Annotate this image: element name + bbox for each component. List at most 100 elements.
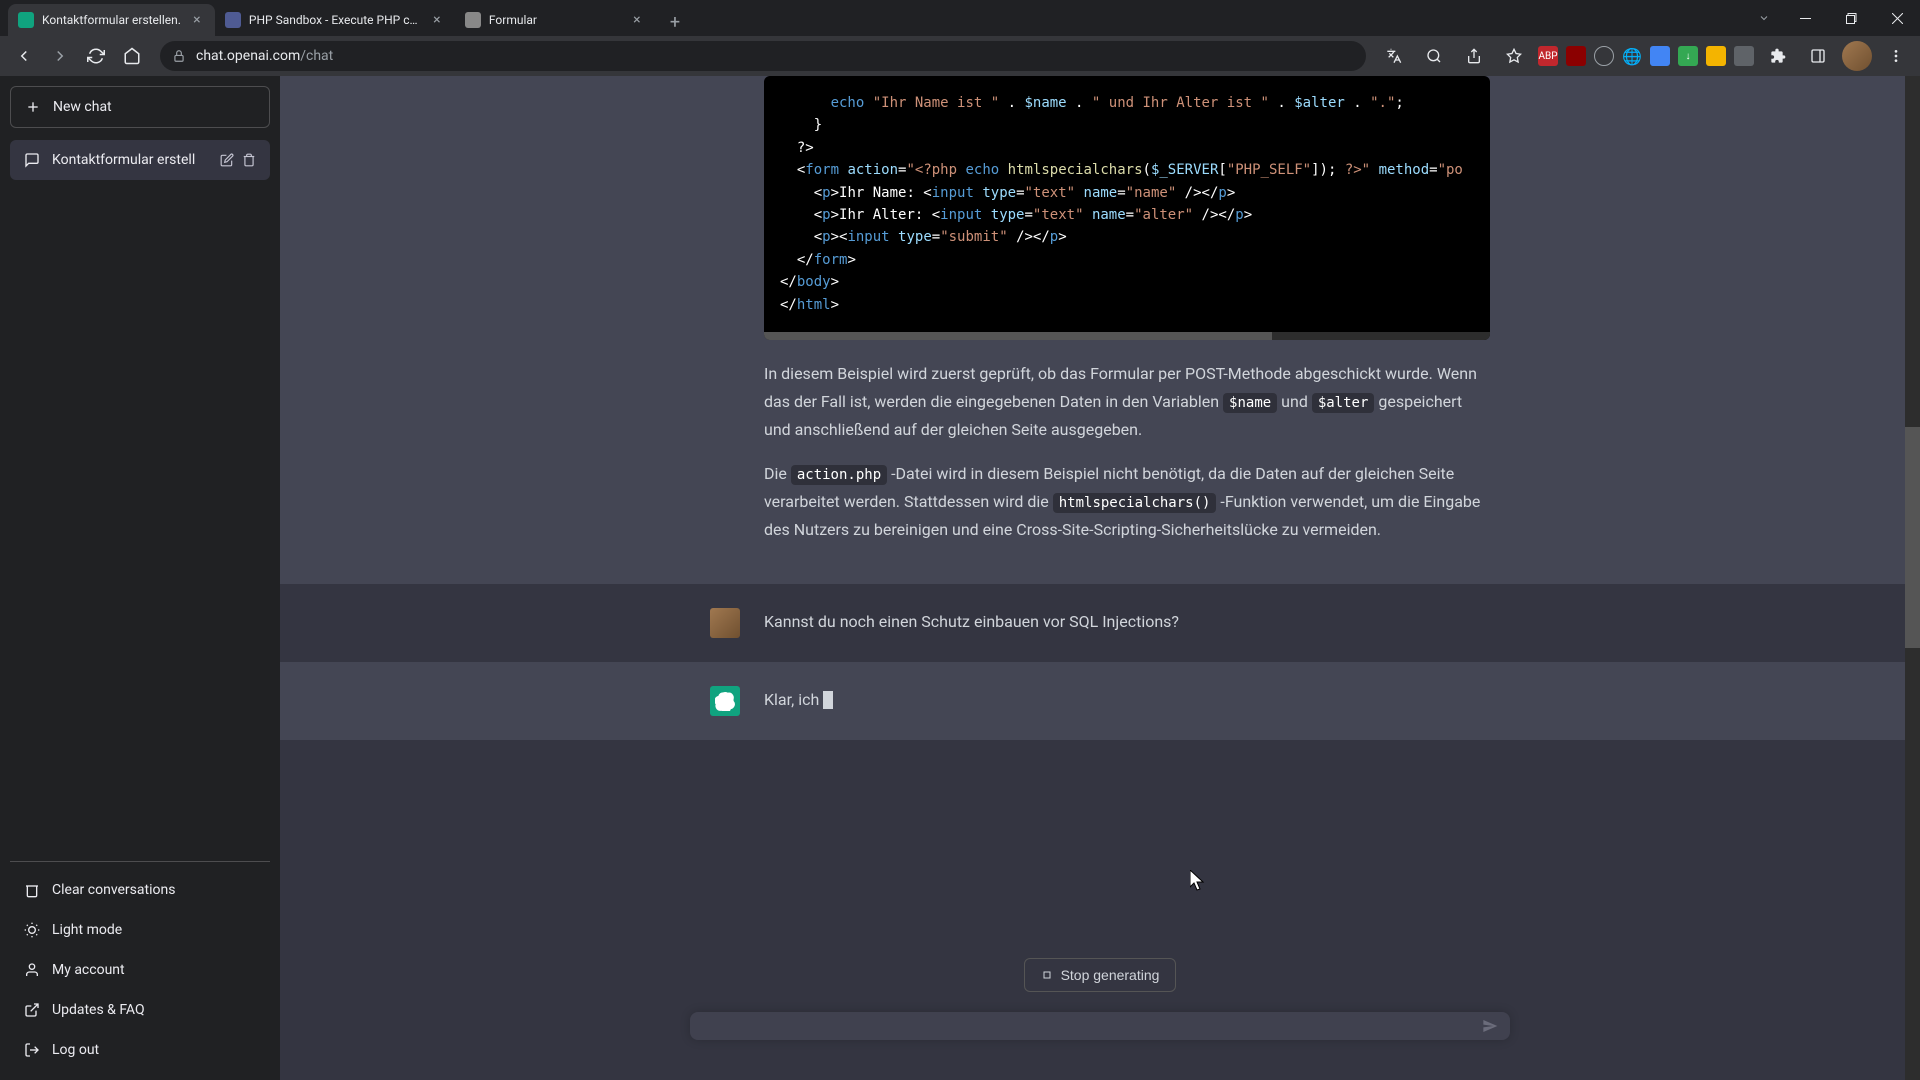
code-block: echo "Ihr Name ist " . $name . " und Ihr… bbox=[764, 76, 1490, 340]
scrollbar-thumb[interactable] bbox=[1905, 427, 1920, 648]
horizontal-scrollbar[interactable] bbox=[764, 332, 1490, 340]
ext-icon[interactable] bbox=[1706, 46, 1726, 66]
browser-tab-3[interactable]: Formular × bbox=[455, 4, 655, 36]
chat-title: Kontaktformular erstell bbox=[52, 152, 208, 168]
sidebar-item-label: Updates & FAQ bbox=[52, 1002, 145, 1018]
typing-cursor bbox=[823, 691, 833, 709]
trash-icon bbox=[24, 882, 40, 898]
reload-button[interactable] bbox=[80, 40, 112, 72]
sidebar-item-label: Log out bbox=[52, 1042, 99, 1058]
tab-title: Formular bbox=[489, 13, 621, 27]
share-icon[interactable] bbox=[1458, 40, 1490, 72]
home-button[interactable] bbox=[116, 40, 148, 72]
text: Klar, ich bbox=[764, 690, 819, 709]
logout-icon bbox=[24, 1042, 40, 1058]
chat-list-item[interactable]: Kontaktformular erstell bbox=[10, 140, 270, 180]
favicon-icon bbox=[465, 12, 481, 28]
stop-generating-button[interactable]: Stop generating bbox=[1024, 958, 1177, 992]
sidebar-item-label: My account bbox=[52, 962, 125, 978]
ext-icon[interactable]: 🌐 bbox=[1622, 46, 1642, 66]
delete-chat-icon[interactable] bbox=[242, 153, 256, 167]
side-panel-button[interactable] bbox=[1802, 40, 1834, 72]
ext-icon[interactable] bbox=[1650, 46, 1670, 66]
browser-toolbar: chat.openai.com/chat ABP 🌐 ↓ bbox=[0, 36, 1920, 76]
inline-code: $name bbox=[1223, 393, 1277, 413]
send-button[interactable] bbox=[1482, 1018, 1498, 1034]
assistant-message-streaming: Klar, ich bbox=[280, 662, 1920, 740]
profile-avatar[interactable] bbox=[1842, 41, 1872, 71]
url-domain: chat.openai.com bbox=[196, 48, 300, 64]
tab-title: Kontaktformular erstellen. bbox=[42, 13, 181, 27]
address-bar[interactable]: chat.openai.com/chat bbox=[160, 41, 1366, 71]
browser-menu-button[interactable] bbox=[1880, 40, 1912, 72]
chat-scroll[interactable]: echo "Ihr Name ist " . $name . " und Ihr… bbox=[280, 76, 1920, 1080]
close-tab-icon[interactable]: × bbox=[189, 12, 205, 28]
user-text: Kannst du noch einen Schutz einbauen vor… bbox=[764, 608, 1490, 638]
inline-code: htmlspecialchars() bbox=[1053, 493, 1217, 513]
edit-chat-icon[interactable] bbox=[220, 153, 234, 167]
ext-icon[interactable] bbox=[1734, 46, 1754, 66]
chat-main: echo "Ihr Name ist " . $name . " und Ihr… bbox=[280, 76, 1920, 1080]
stop-label: Stop generating bbox=[1061, 967, 1160, 983]
sun-icon bbox=[24, 922, 40, 938]
tab-title: PHP Sandbox - Execute PHP cod bbox=[249, 13, 421, 27]
code-content[interactable]: echo "Ihr Name ist " . $name . " und Ihr… bbox=[764, 76, 1490, 332]
inline-code: $alter bbox=[1312, 393, 1375, 413]
sidebar-item-label: Clear conversations bbox=[52, 882, 175, 898]
message-icon bbox=[24, 152, 40, 168]
translate-icon[interactable] bbox=[1378, 40, 1410, 72]
forward-button[interactable] bbox=[44, 40, 76, 72]
user-icon bbox=[24, 962, 40, 978]
close-window-button[interactable] bbox=[1874, 13, 1920, 24]
logout-button[interactable]: Log out bbox=[10, 1030, 270, 1070]
stop-icon bbox=[1041, 969, 1053, 981]
favicon-icon bbox=[18, 12, 34, 28]
close-tab-icon[interactable]: × bbox=[629, 12, 645, 28]
inline-code: action.php bbox=[791, 465, 887, 485]
input-area: Stop generating bbox=[280, 938, 1920, 1080]
openai-avatar bbox=[710, 686, 740, 716]
sidebar: New chat Kontaktformular erstell Clear c… bbox=[0, 76, 280, 1080]
new-chat-button[interactable]: New chat bbox=[10, 86, 270, 128]
bookmark-icon[interactable] bbox=[1498, 40, 1530, 72]
new-chat-label: New chat bbox=[53, 99, 112, 115]
my-account-button[interactable]: My account bbox=[10, 950, 270, 990]
sidebar-footer: Clear conversations Light mode My accoun… bbox=[10, 861, 270, 1070]
browser-titlebar: Kontaktformular erstellen. × PHP Sandbox… bbox=[0, 0, 1920, 36]
zoom-icon[interactable] bbox=[1418, 40, 1450, 72]
browser-tab-2[interactable]: PHP Sandbox - Execute PHP cod × bbox=[215, 4, 455, 36]
assistant-streaming-text: Klar, ich bbox=[764, 686, 1490, 716]
ext-icon[interactable] bbox=[1594, 46, 1614, 66]
tab-strip: Kontaktformular erstellen. × PHP Sandbox… bbox=[0, 0, 689, 36]
ext-icon[interactable]: ↓ bbox=[1678, 46, 1698, 66]
sidebar-item-label: Light mode bbox=[52, 922, 122, 938]
assistant-message: echo "Ihr Name ist " . $name . " und Ihr… bbox=[280, 76, 1920, 584]
browser-tab-1[interactable]: Kontaktformular erstellen. × bbox=[8, 4, 215, 36]
user-avatar bbox=[710, 608, 740, 638]
user-message: Kannst du noch einen Schutz einbauen vor… bbox=[280, 584, 1920, 662]
back-button[interactable] bbox=[8, 40, 40, 72]
chat-input[interactable] bbox=[690, 1012, 1510, 1040]
extension-icons: ABP 🌐 ↓ bbox=[1378, 40, 1912, 72]
maximize-button[interactable] bbox=[1828, 13, 1874, 24]
new-tab-button[interactable]: + bbox=[661, 8, 689, 36]
adblock-ext-icon[interactable]: ABP bbox=[1538, 46, 1558, 66]
external-link-icon bbox=[24, 1002, 40, 1018]
window-controls bbox=[1782, 13, 1920, 24]
ext-icon[interactable] bbox=[1566, 46, 1586, 66]
updates-faq-button[interactable]: Updates & FAQ bbox=[10, 990, 270, 1030]
plus-icon bbox=[25, 99, 41, 115]
text: und bbox=[1281, 392, 1312, 411]
url-path: /chat bbox=[300, 48, 333, 64]
clear-conversations-button[interactable]: Clear conversations bbox=[10, 870, 270, 910]
assistant-text: In diesem Beispiel wird zuerst geprüft, … bbox=[764, 360, 1490, 544]
tab-search-button[interactable] bbox=[1746, 12, 1782, 24]
light-mode-button[interactable]: Light mode bbox=[10, 910, 270, 950]
minimize-button[interactable] bbox=[1782, 13, 1828, 24]
close-tab-icon[interactable]: × bbox=[429, 12, 445, 28]
favicon-icon bbox=[225, 12, 241, 28]
text: Die bbox=[764, 464, 791, 483]
chat-list: Kontaktformular erstell bbox=[10, 140, 270, 861]
extensions-button[interactable] bbox=[1762, 40, 1794, 72]
vertical-scrollbar[interactable] bbox=[1905, 76, 1920, 1080]
